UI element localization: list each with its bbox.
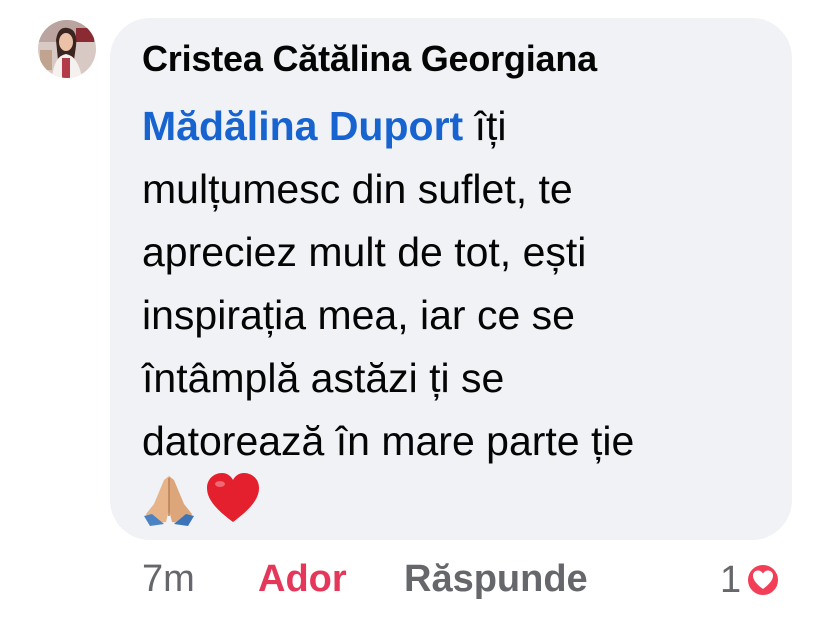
reply-button[interactable]: Răspunde bbox=[404, 558, 588, 601]
red-heart-emoji bbox=[204, 470, 262, 528]
comment-line: Mădălina Duport îți bbox=[142, 95, 772, 158]
comment: Cristea Cătălina Georgiana Mădălina Dupo… bbox=[0, 0, 820, 618]
comment-line-text: datorează în mare parte ție bbox=[142, 418, 635, 464]
comment-text: Mădălina Duport îți mulțumesc din suflet… bbox=[142, 95, 772, 473]
comment-line-text: apreciez mult de tot, ești bbox=[142, 229, 587, 275]
folded-hands-emoji bbox=[140, 470, 198, 528]
mention-link[interactable]: Mădălina Duport bbox=[142, 103, 463, 149]
love-reaction-icon bbox=[745, 562, 781, 598]
comment-timestamp[interactable]: 7m bbox=[142, 558, 195, 601]
comment-line-text: întâmplă astăzi ți se bbox=[142, 355, 505, 401]
comment-line-text: mulțumesc din suflet, te bbox=[142, 166, 573, 212]
reaction-button[interactable]: Ador bbox=[258, 558, 347, 601]
comment-line-text: îți bbox=[463, 103, 507, 149]
comment-line-text: inspirația mea, iar ce se bbox=[142, 292, 575, 338]
comment-author[interactable]: Cristea Cătălina Georgiana bbox=[142, 38, 597, 80]
avatar[interactable] bbox=[38, 20, 96, 78]
reaction-summary[interactable]: 1 bbox=[720, 555, 781, 605]
reaction-count: 1 bbox=[720, 558, 742, 601]
emoji-row bbox=[140, 468, 262, 530]
